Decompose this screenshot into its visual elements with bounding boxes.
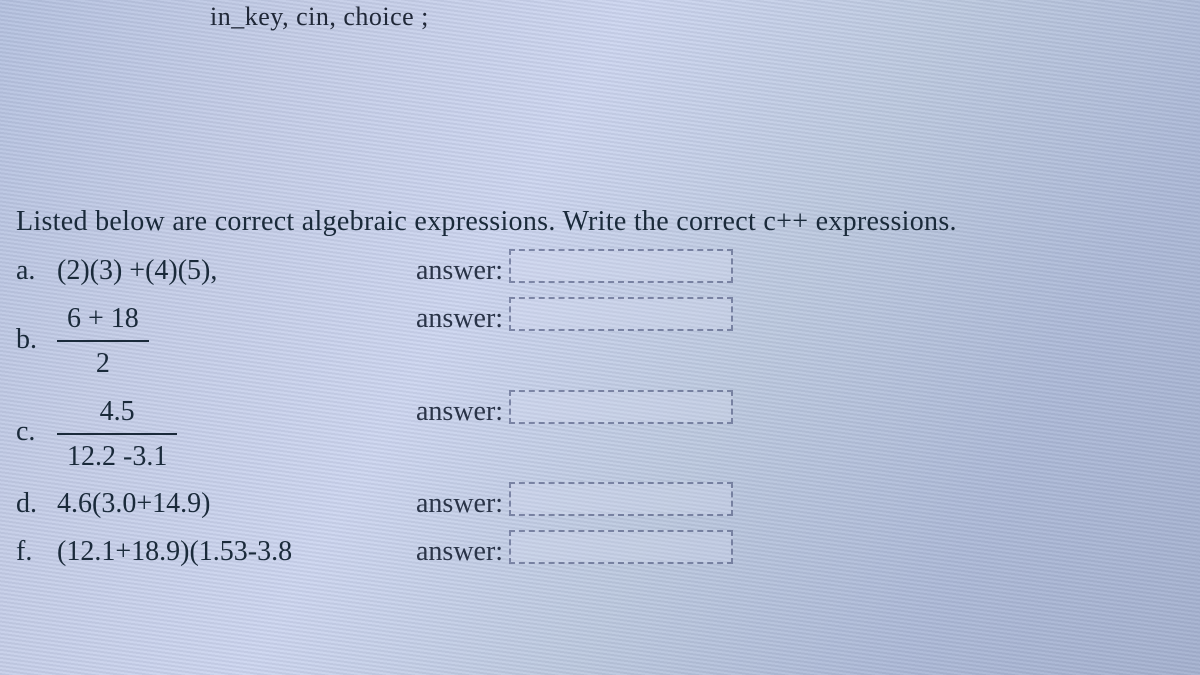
fraction-c: 4.5 12.2 -3.1 [57,390,177,479]
fraction-numerator: 4.5 [57,390,177,435]
item-label: c. [16,410,50,453]
item-expression: (2)(3) +(4)(5), [57,255,217,286]
worksheet-content: Listed below are correct algebraic expre… [0,0,1200,573]
answer-box-f[interactable] [509,530,733,564]
answer-label: answer: [416,482,503,525]
item-b: b. 6 + 18 2 answer: [16,297,1200,386]
fraction-numerator: 6 + 18 [57,297,149,342]
answer-label: answer: [416,530,503,573]
fraction-denominator: 12.2 -3.1 [57,435,177,478]
item-f: f. (12.1+18.9)(1.53-3.8 answer: [16,530,1200,573]
fraction-b: 6 + 18 2 [57,297,149,386]
item-d: d. 4.6(3.0+14.9) answer: [16,482,1200,525]
item-label: d. [16,482,50,525]
answer-box-d[interactable] [509,482,733,516]
fraction-denominator: 2 [57,342,149,385]
answer-label: answer: [416,249,503,292]
answer-box-a[interactable] [509,249,733,283]
answer-box-c[interactable] [509,390,733,424]
instruction-text: Listed below are correct algebraic expre… [16,200,1200,243]
item-label: f. [16,530,50,573]
item-expression: (12.1+18.9)(1.53-3.8 [57,536,292,567]
answer-label: answer: [416,390,503,433]
answer-label: answer: [416,297,503,340]
item-label: b. [16,318,50,361]
num-text: 4.5 [100,396,135,427]
item-label: a. [16,249,50,292]
item-c: c. 4.5 12.2 -3.1 answer: [16,390,1200,479]
answer-box-b[interactable] [509,297,733,331]
item-a: a. (2)(3) +(4)(5), answer: [16,249,1200,292]
item-expression: 4.6(3.0+14.9) [57,488,210,519]
